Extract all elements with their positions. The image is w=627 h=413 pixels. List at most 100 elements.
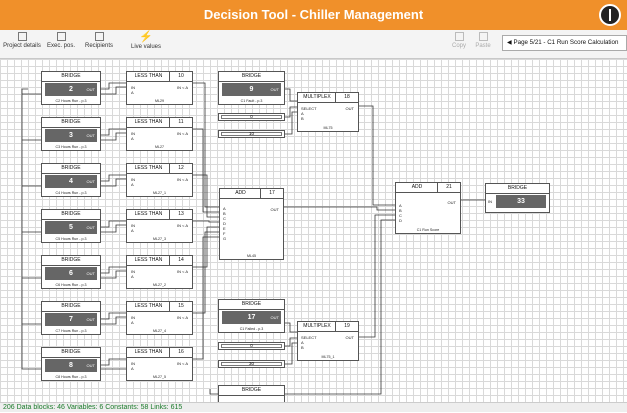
add-number: 17 bbox=[260, 189, 283, 198]
less-than-block[interactable]: LESS THAN 15 IN A IN < A ML27_4 bbox=[126, 301, 193, 335]
out-port: IN < A bbox=[176, 315, 188, 320]
block-footer: ML27_1 bbox=[153, 191, 166, 195]
diagram-canvas[interactable]: BRIDGE 2 OUT C2 Hours Run - p.3 BRIDGE 3 OUT C3… bbox=[0, 59, 627, 402]
a-port: A bbox=[131, 366, 134, 371]
status-bar: 206 Data blocks: 46 Variables: 6 Constan… bbox=[0, 402, 627, 412]
live-values-label: Live values bbox=[130, 44, 162, 50]
bridge-out-port: OUT bbox=[86, 133, 95, 138]
out-port: OUT bbox=[270, 207, 279, 212]
multiplex-block-19[interactable]: MULTIPLEX 19 SELECT A B OUT ML75_1 bbox=[297, 321, 359, 361]
constant-block[interactable]: 0 bbox=[218, 113, 285, 121]
bridge-block[interactable]: BRIDGE 5 OUT C5 Hours Run - p.3 bbox=[41, 209, 101, 243]
bridge-block[interactable]: BRIDGE 8 OUT C8 Hours Run - p.3 bbox=[41, 347, 101, 381]
bridge-block[interactable]: BRIDGE 4 OUT C4 Hours Run - p.3 bbox=[41, 163, 101, 197]
block-footer: ML75 bbox=[323, 126, 333, 130]
project-details-button[interactable]: Project details bbox=[2, 32, 42, 56]
copy-icon bbox=[454, 32, 464, 41]
bridge-caption: C8 Hours Run - p.3 bbox=[55, 375, 87, 379]
bridge-title: BRIDGE bbox=[42, 164, 100, 174]
constant-block[interactable]: 0 bbox=[218, 342, 285, 350]
paste-icon bbox=[478, 32, 488, 41]
bridge-block-failed[interactable]: BRIDGE 17 OUT C1 Failed - p.3 bbox=[218, 299, 285, 333]
bridge-caption: C1 Fault - p.3 bbox=[240, 99, 263, 103]
multiplex-title: MULTIPLEX bbox=[303, 94, 331, 100]
constant-value: 30 bbox=[248, 361, 254, 366]
bridge-title: BRIDGE bbox=[486, 184, 549, 194]
bridge-caption: C4 Hours Run - p.3 bbox=[55, 191, 87, 195]
bridge-out-port: OUT bbox=[86, 179, 95, 184]
block-footer: ML45 bbox=[247, 254, 256, 258]
block-footer: ML27_3 bbox=[153, 237, 166, 241]
bridge-out-port: OUT bbox=[270, 87, 279, 92]
constant-block[interactable]: 30 bbox=[218, 360, 285, 368]
bridge-out-port: OUT bbox=[86, 225, 95, 230]
constant-block[interactable]: 10 bbox=[218, 130, 285, 138]
less-than-title: LESS THAN bbox=[134, 211, 163, 217]
less-than-block[interactable]: LESS THAN 10 IN A IN < A ML29 bbox=[126, 71, 193, 105]
project-details-label: Project details bbox=[3, 43, 41, 49]
a-port: A bbox=[131, 274, 134, 279]
bridge-block[interactable]: BRIDGE 6 OUT C6 Hours Run - p.3 bbox=[41, 255, 101, 289]
lightning-icon: ⚡ bbox=[139, 31, 153, 43]
in-port: IN bbox=[488, 199, 492, 204]
multiplex-number: 19 bbox=[335, 322, 358, 331]
multiplex-title: MULTIPLEX bbox=[303, 323, 331, 329]
multiplex-block-18[interactable]: MULTIPLEX 18 SELECT A B OUT ML75 bbox=[297, 92, 359, 132]
less-than-title: LESS THAN bbox=[134, 303, 163, 309]
less-than-block[interactable]: LESS THAN 16 IN A IN < A ML27_5 bbox=[126, 347, 193, 381]
bridge-caption: C2 Hours Run - p.3 bbox=[55, 99, 87, 103]
bridge-block[interactable]: BRIDGE 2 OUT C2 Hours Run - p.3 bbox=[41, 71, 101, 105]
bridge-block-bottom[interactable]: BRIDGE bbox=[218, 385, 285, 402]
less-than-block[interactable]: LESS THAN 14 IN A IN < A ML27_2 bbox=[126, 255, 193, 289]
less-than-title: LESS THAN bbox=[134, 119, 163, 125]
constant-value: 0 bbox=[250, 343, 253, 348]
add-title: ADD bbox=[235, 190, 246, 196]
bridge-title: BRIDGE bbox=[42, 210, 100, 220]
bridge-title: BRIDGE bbox=[42, 118, 100, 128]
exec-pos-button[interactable]: Exec. pos. bbox=[46, 32, 76, 56]
bridge-caption: C3 Hours Run - p.3 bbox=[55, 145, 87, 149]
less-than-block[interactable]: LESS THAN 12 IN A IN < A ML27_1 bbox=[126, 163, 193, 197]
a-port: A bbox=[131, 320, 134, 325]
copy-button[interactable]: Copy bbox=[448, 32, 470, 56]
block-number: 12 bbox=[169, 164, 192, 173]
bridge-block-fault[interactable]: BRIDGE 9 OUT C1 Fault - p.3 bbox=[218, 71, 285, 105]
paste-button[interactable]: Paste bbox=[472, 32, 494, 56]
window-title: Decision Tool - Chiller Management bbox=[203, 7, 424, 22]
a-port: A bbox=[131, 182, 134, 187]
bridge-title: BRIDGE bbox=[219, 72, 284, 82]
a-port: A bbox=[131, 136, 134, 141]
out-port: IN < A bbox=[176, 223, 188, 228]
a-port: A bbox=[131, 90, 134, 95]
recipients-icon bbox=[94, 32, 104, 41]
live-values-button[interactable]: ⚡ Live values bbox=[128, 32, 164, 56]
block-footer: ML27_5 bbox=[153, 375, 166, 379]
out-port: IN < A bbox=[176, 131, 188, 136]
block-footer: ML75_1 bbox=[321, 355, 335, 359]
less-than-block[interactable]: LESS THAN 11 IN A IN < A ML27 bbox=[126, 117, 193, 151]
page-selector-label: Page 5/21 - C1 Run Score Calculation bbox=[513, 39, 619, 46]
bridge-out-port: OUT bbox=[86, 363, 95, 368]
block-number: 11 bbox=[169, 118, 192, 127]
status-text: 206 Data blocks: 46 Variables: 6 Constan… bbox=[3, 404, 183, 411]
bridge-block[interactable]: BRIDGE 7 OUT C7 Hours Run - p.3 bbox=[41, 301, 101, 335]
multiplex-number: 18 bbox=[335, 93, 358, 102]
b-port: B bbox=[301, 345, 304, 350]
page-selector[interactable]: ◀ Page 5/21 - C1 Run Score Calculation bbox=[502, 35, 627, 51]
input-port: G bbox=[223, 236, 227, 241]
block-number: 13 bbox=[169, 210, 192, 219]
recipients-button[interactable]: Recipients bbox=[78, 32, 120, 56]
bridge-block[interactable]: BRIDGE 3 OUT C3 Hours Run - p.3 bbox=[41, 117, 101, 151]
add-block-17[interactable]: ADD 17 ABCDEFG OUT ML45 bbox=[219, 188, 284, 260]
recipients-label: Recipients bbox=[84, 43, 113, 49]
bridge-title: BRIDGE bbox=[42, 348, 100, 358]
less-than-title: LESS THAN bbox=[134, 349, 163, 355]
add-block-21[interactable]: ADD 21 ABCD OUT C1 Run Score bbox=[395, 182, 461, 234]
back-arrow-icon[interactable]: ◀ bbox=[507, 39, 512, 46]
bridge-out-port: OUT bbox=[86, 271, 95, 276]
bridge-block-result[interactable]: BRIDGE 33 IN bbox=[485, 183, 550, 213]
constant-value: 0 bbox=[250, 114, 253, 119]
bridge-out-port: OUT bbox=[86, 317, 95, 322]
title-bar: Decision Tool - Chiller Management bbox=[0, 0, 627, 30]
less-than-block[interactable]: LESS THAN 13 IN A IN < A ML27_3 bbox=[126, 209, 193, 243]
